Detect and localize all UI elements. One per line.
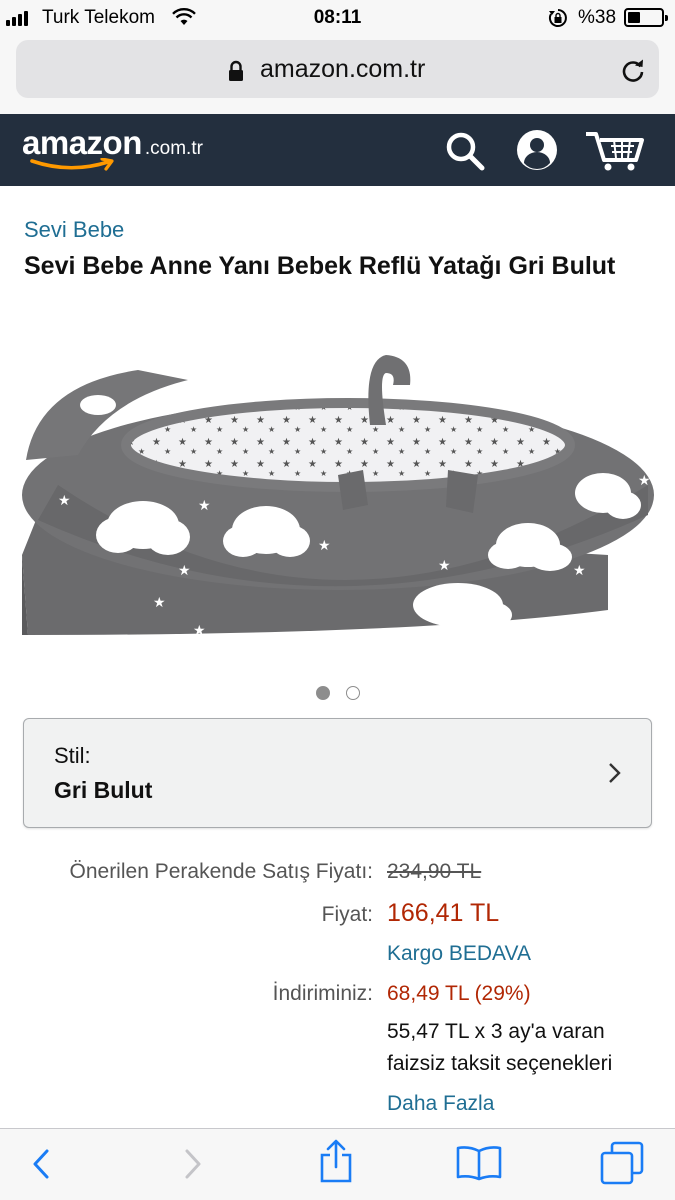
share-icon[interactable]: [318, 1139, 354, 1188]
lock-icon: [228, 60, 244, 87]
product-image[interactable]: ★ ★ ★★★ ★★★ ★★★: [18, 345, 658, 645]
status-bar: Turk Telekom 08:11 %38: [0, 0, 675, 34]
svg-text:★: ★: [58, 492, 71, 508]
price: 166,41 TL: [387, 899, 500, 927]
reload-icon[interactable]: [620, 56, 646, 89]
back-icon[interactable]: [30, 1147, 54, 1186]
battery-icon: [624, 8, 668, 27]
image-carousel-dots: [0, 686, 675, 700]
savings-label: İndiriminiz:: [272, 982, 373, 1005]
rotation-lock-icon: [548, 8, 568, 33]
svg-text:★: ★: [193, 622, 206, 638]
price-label: Fiyat:: [321, 903, 373, 926]
svg-text:★: ★: [438, 557, 451, 573]
brand-link[interactable]: Sevi Bebe: [24, 217, 124, 243]
svg-text:★: ★: [198, 497, 211, 513]
free-shipping-link[interactable]: Kargo BEDAVA: [387, 942, 531, 966]
savings: 68,49 TL (29%): [387, 982, 531, 1005]
style-label: Stil:: [54, 743, 91, 768]
product-title: Sevi Bebe Anne Yanı Bebek Reflü Yatağı G…: [24, 252, 616, 280]
logo-word: amazon: [22, 124, 142, 161]
clock: 08:11: [313, 7, 362, 28]
logo-tld: .com.tr: [144, 138, 203, 159]
svg-text:★: ★: [573, 562, 586, 578]
list-price-label: Önerilen Perakende Satış Fiyatı:: [69, 860, 374, 883]
installment-info: 55,47 TL x 3 ay'a varan faizsiz taksit s…: [387, 1020, 613, 1075]
search-icon[interactable]: [444, 130, 486, 177]
battery-percent: %38: [578, 7, 617, 28]
svg-text:★: ★: [318, 537, 331, 553]
account-icon[interactable]: [515, 128, 559, 177]
amazon-header: amazon .com.tr: [0, 114, 675, 186]
style-value: Gri Bulut: [54, 777, 153, 803]
browser-address-area: amazon.com.tr: [0, 34, 675, 114]
smile-arrow-icon: [30, 158, 114, 171]
svg-text:★: ★: [153, 594, 166, 610]
style-selector[interactable]: Stil: Gri Bulut: [23, 718, 652, 828]
more-link[interactable]: Daha Fazla: [387, 1092, 494, 1116]
chevron-right-icon: [608, 762, 622, 789]
list-price: 234,90 TL: [387, 860, 482, 883]
cart-icon[interactable]: [584, 128, 646, 177]
url-text: amazon.com.tr: [260, 55, 426, 83]
amazon-logo[interactable]: amazon .com.tr: [22, 124, 203, 171]
carousel-dot-2[interactable]: [345, 686, 360, 700]
carousel-dot-1[interactable]: [315, 686, 330, 700]
browser-toolbar: [0, 1128, 675, 1200]
svg-text:★: ★: [638, 472, 651, 488]
bookmarks-icon[interactable]: [456, 1145, 502, 1186]
address-bar[interactable]: amazon.com.tr: [16, 40, 659, 98]
forward-icon[interactable]: [180, 1147, 204, 1186]
svg-text:★: ★: [178, 562, 191, 578]
tabs-icon[interactable]: [600, 1141, 644, 1190]
